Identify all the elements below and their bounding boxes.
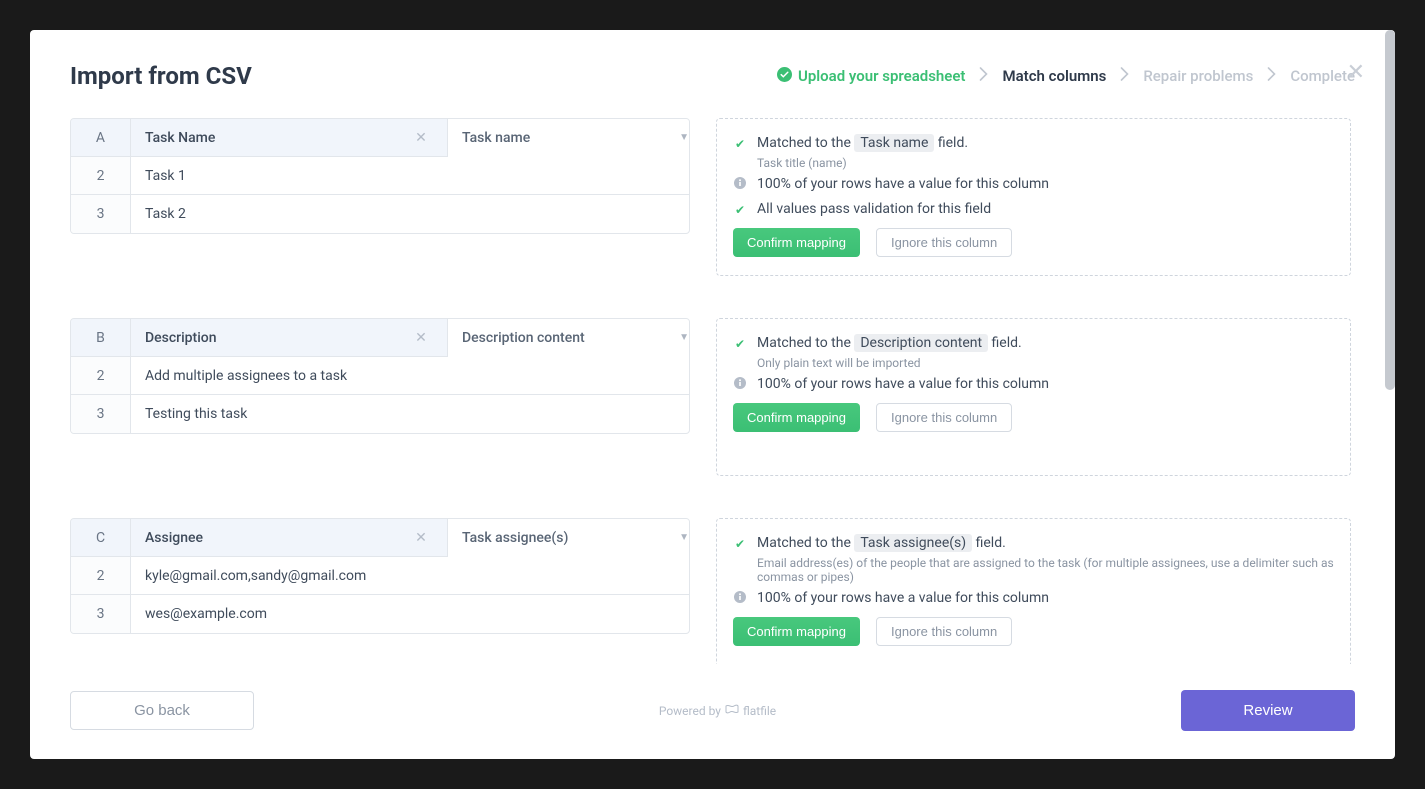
rows-have-value-text: 100% of your rows have a value for this … bbox=[757, 174, 1049, 195]
target-field-label: Task name bbox=[462, 130, 530, 146]
row-number: 2 bbox=[71, 157, 131, 195]
row-number: 2 bbox=[71, 557, 131, 595]
source-preview-table: C Assignee ✕ Task assignee(s) ▼ 2 kyle@g… bbox=[70, 518, 690, 634]
target-field-label: Description content bbox=[462, 330, 585, 346]
clear-mapping-icon[interactable]: ✕ bbox=[415, 130, 427, 146]
column-mapping-row: C Assignee ✕ Task assignee(s) ▼ 2 kyle@g… bbox=[70, 518, 1351, 664]
row-number: 3 bbox=[71, 395, 131, 433]
source-preview-table: B Description ✕ Description content ▼ 2 … bbox=[70, 318, 690, 434]
matched-subtitle: Only plain text will be imported bbox=[757, 356, 1334, 370]
matched-to-text: Matched to the Description content field… bbox=[757, 333, 1022, 354]
check-icon: ✔ bbox=[733, 535, 747, 553]
columns-scroll-area: A Task Name ✕ Task name ▼ 2 Task 1 3 Ta bbox=[70, 118, 1355, 664]
import-modal: Import from CSV Upload your spreadsheet … bbox=[30, 30, 1395, 759]
ignore-column-button[interactable]: Ignore this column bbox=[876, 617, 1012, 646]
check-circle-icon bbox=[777, 67, 792, 86]
page-title: Import from CSV bbox=[70, 62, 252, 90]
cell-value: Task 1 bbox=[131, 157, 689, 195]
column-letter: C bbox=[71, 519, 131, 557]
confirm-mapping-button[interactable]: Confirm mapping bbox=[733, 403, 860, 432]
review-button[interactable]: Review bbox=[1181, 690, 1355, 731]
info-icon bbox=[733, 376, 747, 394]
confirm-mapping-button[interactable]: Confirm mapping bbox=[733, 617, 860, 646]
scrollbar[interactable] bbox=[1385, 30, 1395, 390]
cell-value: Testing this task bbox=[131, 395, 689, 433]
matched-subtitle: Email address(es) of the people that are… bbox=[757, 556, 1334, 584]
cell-value: kyle@gmail.com,sandy@gmail.com bbox=[131, 557, 689, 595]
chevron-down-icon: ▼ bbox=[679, 532, 689, 543]
source-column-name: Description bbox=[131, 330, 401, 346]
ignore-column-button[interactable]: Ignore this column bbox=[876, 403, 1012, 432]
step-repair: Repair problems bbox=[1143, 67, 1253, 85]
chevron-right-icon bbox=[1120, 67, 1129, 85]
match-info-box: ✔ Matched to the Description content fie… bbox=[716, 318, 1351, 476]
info-icon bbox=[733, 590, 747, 608]
matched-to-text: Matched to the Task name field. bbox=[757, 133, 968, 154]
step-complete: Complete bbox=[1290, 67, 1355, 85]
target-field-label: Task assignee(s) bbox=[462, 530, 568, 546]
rows-have-value-text: 100% of your rows have a value for this … bbox=[757, 374, 1049, 395]
matched-field-chip: Description content bbox=[854, 334, 988, 352]
clear-mapping-icon[interactable]: ✕ bbox=[415, 530, 427, 546]
match-info-box: ✔ Matched to the Task assignee(s) field.… bbox=[716, 518, 1351, 664]
clear-mapping-icon[interactable]: ✕ bbox=[415, 330, 427, 346]
target-field-select[interactable]: Description content ▼ bbox=[447, 319, 690, 357]
column-letter: B bbox=[71, 319, 131, 357]
source-column-name: Task Name bbox=[131, 130, 401, 146]
rows-have-value-text: 100% of your rows have a value for this … bbox=[757, 588, 1049, 609]
step-indicator: Upload your spreadsheet Match columns Re… bbox=[777, 67, 1355, 86]
row-number: 3 bbox=[71, 595, 131, 633]
modal-footer: Go back Powered by flatfile Review bbox=[30, 674, 1395, 759]
powered-by: Powered by flatfile bbox=[659, 703, 776, 718]
column-letter: A bbox=[71, 119, 131, 157]
step-match: Match columns bbox=[1002, 67, 1106, 85]
check-icon: ✔ bbox=[733, 201, 747, 219]
cell-value: Add multiple assignees to a task bbox=[131, 357, 689, 395]
chevron-down-icon: ▼ bbox=[679, 132, 689, 143]
validation-pass-text: All values pass validation for this fiel… bbox=[757, 199, 991, 220]
cell-value: wes@example.com bbox=[131, 595, 689, 633]
target-field-select[interactable]: Task name ▼ bbox=[447, 119, 690, 157]
column-mapping-row: A Task Name ✕ Task name ▼ 2 Task 1 3 Ta bbox=[70, 118, 1351, 276]
confirm-mapping-button[interactable]: Confirm mapping bbox=[733, 228, 860, 257]
check-icon: ✔ bbox=[733, 135, 747, 153]
matched-field-chip: Task assignee(s) bbox=[854, 534, 972, 552]
go-back-button[interactable]: Go back bbox=[70, 691, 254, 730]
flatfile-logo-icon bbox=[725, 703, 739, 718]
step-upload: Upload your spreadsheet bbox=[777, 67, 965, 86]
matched-field-chip: Task name bbox=[854, 134, 934, 152]
chevron-down-icon: ▼ bbox=[679, 332, 689, 343]
match-info-box: ✔ Matched to the Task name field. Task t… bbox=[716, 118, 1351, 276]
source-preview-table: A Task Name ✕ Task name ▼ 2 Task 1 3 Ta bbox=[70, 118, 690, 234]
row-number: 3 bbox=[71, 195, 131, 233]
ignore-column-button[interactable]: Ignore this column bbox=[876, 228, 1012, 257]
close-icon[interactable]: ✕ bbox=[1347, 60, 1365, 85]
source-column-name: Assignee bbox=[131, 530, 401, 546]
info-icon bbox=[733, 176, 747, 194]
target-field-select[interactable]: Task assignee(s) ▼ bbox=[447, 519, 690, 557]
row-number: 2 bbox=[71, 357, 131, 395]
matched-to-text: Matched to the Task assignee(s) field. bbox=[757, 533, 1006, 554]
chevron-right-icon bbox=[1267, 67, 1276, 85]
cell-value: Task 2 bbox=[131, 195, 689, 233]
matched-subtitle: Task title (name) bbox=[757, 156, 1334, 170]
check-icon: ✔ bbox=[733, 335, 747, 353]
column-mapping-row: B Description ✕ Description content ▼ 2 … bbox=[70, 318, 1351, 476]
chevron-right-icon bbox=[979, 67, 988, 85]
